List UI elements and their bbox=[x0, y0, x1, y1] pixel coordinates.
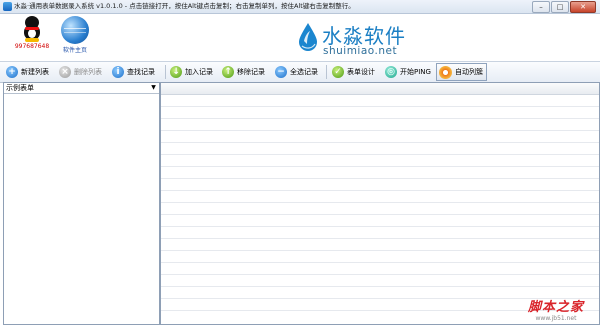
grid-row[interactable] bbox=[161, 202, 599, 203]
grid-row[interactable] bbox=[161, 106, 599, 107]
grid-row[interactable] bbox=[161, 238, 599, 239]
minimize-button[interactable]: – bbox=[532, 1, 550, 13]
auto-list-label: 自动列簇 bbox=[455, 68, 483, 76]
auto-list-button[interactable]: 自动列簇 bbox=[436, 63, 487, 81]
watermark-url: www.jb51.net bbox=[535, 315, 577, 322]
site-watermark: 脚本之家 www.jb51.net bbox=[520, 296, 592, 322]
records-grid[interactable] bbox=[160, 82, 600, 325]
close-button[interactable]: ✕ bbox=[570, 1, 596, 13]
qq-link[interactable]: 997687648 bbox=[10, 16, 54, 50]
grid-row[interactable] bbox=[161, 142, 599, 143]
toolbar: + 新建列表 × 删除列表 i 查找记录 ↓ 加入记录 ↑ 移除记录 − 全选记… bbox=[0, 61, 600, 83]
form-select-dropdown[interactable]: 示例表单 ▼ bbox=[4, 83, 159, 94]
minus-icon: − bbox=[275, 65, 287, 78]
watermark-text: 脚本之家 bbox=[527, 300, 584, 315]
new-list-label: 新建列表 bbox=[21, 67, 49, 76]
logo-english-text: shuimiao.net bbox=[323, 45, 398, 57]
delete-icon: × bbox=[59, 65, 71, 78]
new-list-button[interactable]: + 新建列表 bbox=[6, 64, 49, 79]
form-select-value: 示例表单 bbox=[6, 84, 34, 92]
grid-row[interactable] bbox=[161, 274, 599, 275]
ping-icon: ◎ bbox=[385, 65, 397, 78]
select-all-button[interactable]: − 全选记录 bbox=[275, 64, 318, 79]
grid-row[interactable] bbox=[161, 118, 599, 119]
checkmark-icon: ✓ bbox=[332, 65, 344, 78]
form-design-button[interactable]: ✓ 表单设计 bbox=[332, 64, 375, 79]
grid-row[interactable] bbox=[161, 178, 599, 179]
grid-row[interactable] bbox=[161, 226, 599, 227]
plus-icon: + bbox=[6, 65, 18, 78]
form-design-label: 表单设计 bbox=[347, 67, 375, 76]
homepage-label[interactable]: 软件主页 bbox=[53, 45, 97, 54]
grid-row[interactable] bbox=[161, 190, 599, 191]
find-record-button[interactable]: i 查找记录 bbox=[112, 64, 155, 79]
title-bar: 水淼·通用表单数据录入系统 v1.0.1.0 - 点击链接打开，按住Alt键点击… bbox=[0, 0, 600, 14]
delete-list-label: 删除列表 bbox=[74, 67, 102, 76]
grid-row[interactable] bbox=[161, 250, 599, 251]
start-ping-button[interactable]: ◎ 开始PING bbox=[385, 64, 431, 79]
start-ping-label: 开始PING bbox=[400, 67, 431, 76]
toolbar-separator bbox=[326, 65, 327, 79]
add-record-label: 加入记录 bbox=[185, 67, 213, 76]
window-controls: – □ ✕ bbox=[532, 1, 596, 13]
add-record-button[interactable]: ↓ 加入记录 bbox=[170, 64, 213, 79]
info-icon: i bbox=[112, 65, 124, 78]
grid-row[interactable] bbox=[161, 262, 599, 263]
remove-record-button[interactable]: ↑ 移除记录 bbox=[222, 64, 265, 79]
grid-row[interactable] bbox=[161, 214, 599, 215]
header-banner: 997687648 软件主页 水淼软件 shuimiao.net bbox=[0, 14, 600, 61]
water-drop-icon bbox=[299, 23, 317, 51]
app-icon bbox=[3, 2, 12, 11]
grid-row[interactable] bbox=[161, 130, 599, 131]
toolbar-separator bbox=[165, 65, 166, 79]
maximize-button[interactable]: □ bbox=[551, 1, 569, 13]
flower-icon bbox=[439, 65, 452, 79]
homepage-link[interactable]: 软件主页 bbox=[53, 16, 97, 54]
globe-icon bbox=[61, 16, 89, 44]
up-arrow-icon: ↑ bbox=[222, 65, 234, 78]
grid-row[interactable] bbox=[161, 166, 599, 167]
grid-header bbox=[161, 83, 599, 95]
select-all-label: 全选记录 bbox=[290, 67, 318, 76]
list-panel: 示例表单 ▼ bbox=[3, 82, 160, 325]
grid-row[interactable] bbox=[161, 286, 599, 287]
delete-list-button[interactable]: × 删除列表 bbox=[59, 64, 102, 79]
remove-record-label: 移除记录 bbox=[237, 67, 265, 76]
qq-penguin-icon bbox=[21, 16, 43, 42]
qq-number-label[interactable]: 997687648 bbox=[10, 43, 54, 50]
find-record-label: 查找记录 bbox=[127, 67, 155, 76]
chevron-down-icon[interactable]: ▼ bbox=[149, 84, 158, 92]
down-arrow-icon: ↓ bbox=[170, 65, 182, 78]
grid-row[interactable] bbox=[161, 154, 599, 155]
window-title: 水淼·通用表单数据录入系统 v1.0.1.0 - 点击链接打开，按住Alt键点击… bbox=[14, 2, 355, 10]
